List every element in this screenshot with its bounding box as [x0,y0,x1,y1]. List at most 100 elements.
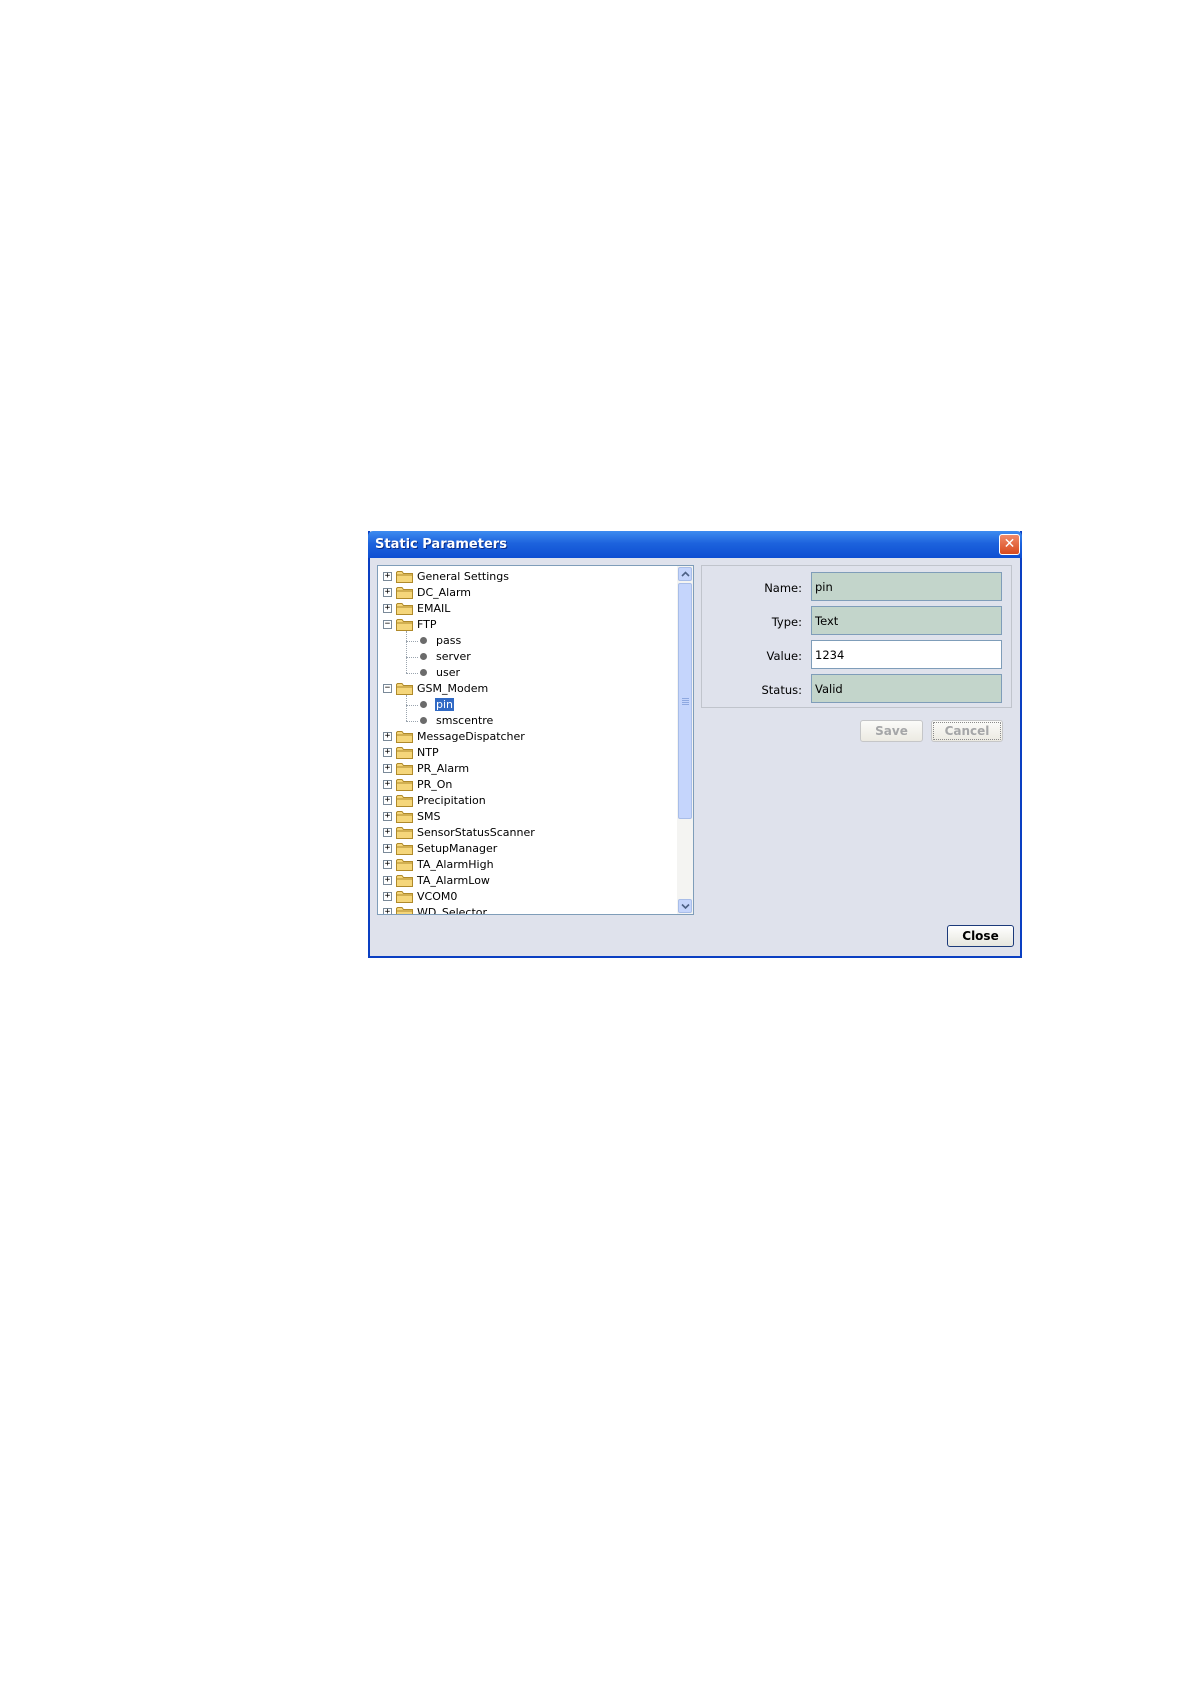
tree-folder-node[interactable]: + NTP [378,745,668,761]
tree-leaf-label-selected: pin [435,698,455,711]
tree-folder-label: VCOM0 [417,890,458,903]
folder-icon [396,570,413,583]
tree-folder-label: WD_Selector [417,906,488,914]
tree-folder-node[interactable]: − FTP [378,617,668,633]
tree-folder-node[interactable]: + TA_AlarmLow [378,873,668,889]
tree-folder-node[interactable]: + SMS [378,809,668,825]
save-button[interactable]: Save [860,720,923,742]
collapse-toggle-icon[interactable]: − [383,620,392,629]
tree-leaf-node[interactable]: smscentre [378,713,668,729]
tree-connector [406,641,418,642]
leaf-dot-icon [420,637,427,644]
tree-connector [406,695,407,721]
tree-folder-node[interactable]: + SensorStatusScanner [378,825,668,841]
folder-icon [396,778,413,791]
tree-leaf-node[interactable]: server [378,649,668,665]
tree-folder-label: PR_On [417,778,453,791]
collapse-toggle-icon[interactable]: − [383,684,392,693]
tree-connector [406,721,418,722]
properties-group: Name: pin Type: Text Value: 1234 Status:… [701,565,1012,708]
folder-icon [396,874,413,887]
folder-icon [396,906,413,914]
expand-toggle-icon[interactable]: + [383,892,392,901]
type-field: Text [811,606,1002,635]
folder-icon [396,746,413,759]
tree-folder-node[interactable]: + TA_AlarmHigh [378,857,668,873]
tree-folder-label: SMS [417,810,441,823]
expand-toggle-icon[interactable]: + [383,732,392,741]
tree-folder-node[interactable]: + DC_Alarm [378,585,668,601]
value-input[interactable]: 1234 [811,640,1002,669]
tree-connector [406,705,418,706]
tree-leaf-label: smscentre [436,714,494,727]
dialog-titlebar[interactable]: Static Parameters ✕ [368,531,1022,558]
static-parameters-dialog: Static Parameters ✕ + General Settings + DC… [368,531,1022,958]
scroll-down-arrow-icon[interactable] [678,899,692,913]
folder-icon [396,602,413,615]
tree-connector [406,631,407,673]
expand-toggle-icon[interactable]: + [383,908,392,914]
tree-leaf-node[interactable]: pass [378,633,668,649]
cancel-button-label: Cancel [933,722,1001,740]
tree-folder-label: NTP [417,746,439,759]
tree-leaf-label: user [436,666,460,679]
expand-toggle-icon[interactable]: + [383,860,392,869]
expand-toggle-icon[interactable]: + [383,876,392,885]
leaf-dot-icon [420,717,427,724]
tree-folder-label: GSM_Modem [417,682,489,695]
expand-toggle-icon[interactable]: + [383,796,392,805]
folder-icon [396,618,413,631]
status-label: Status: [761,683,802,697]
name-label: Name: [764,581,802,595]
close-icon[interactable]: ✕ [999,534,1020,555]
tree-folder-node[interactable]: + PR_Alarm [378,761,668,777]
tree-folder-node[interactable]: + MessageDispatcher [378,729,668,745]
tree-folder-label: Precipitation [417,794,486,807]
expand-toggle-icon[interactable]: + [383,572,392,581]
status-field: Valid [811,674,1002,703]
tree-folder-node[interactable]: − GSM_Modem [378,681,668,697]
scroll-up-arrow-icon[interactable] [678,567,692,581]
tree-folder-label: TA_AlarmLow [417,874,490,887]
close-button[interactable]: Close [947,925,1014,947]
scroll-thumb-grip [682,698,689,706]
tree-folder-node[interactable]: + PR_On [378,777,668,793]
expand-toggle-icon[interactable]: + [383,780,392,789]
tree-connector [406,657,418,658]
tree-connector [406,673,418,674]
expand-toggle-icon[interactable]: + [383,604,392,613]
folder-icon [396,826,413,839]
tree-folder-node[interactable]: + Precipitation [378,793,668,809]
leaf-dot-icon [420,653,427,660]
tree-folder-node[interactable]: + EMAIL [378,601,668,617]
folder-icon [396,810,413,823]
name-field: pin [811,572,1002,601]
expand-toggle-icon[interactable]: + [383,748,392,757]
tree-list: + General Settings + DC_Alarm + EMAIL − FTP pass… [378,566,677,914]
expand-toggle-icon[interactable]: + [383,844,392,853]
tree-leaf-label: server [436,650,471,663]
folder-icon [396,586,413,599]
tree-leaf-node[interactable]: pin [378,697,668,713]
folder-icon [396,858,413,871]
expand-toggle-icon[interactable]: + [383,828,392,837]
parameter-tree: + General Settings + DC_Alarm + EMAIL − FTP pass… [377,565,694,915]
tree-folder-label: MessageDispatcher [417,730,525,743]
folder-icon [396,890,413,903]
expand-toggle-icon[interactable]: + [383,588,392,597]
tree-leaf-node[interactable]: user [378,665,668,681]
tree-folder-label: PR_Alarm [417,762,470,775]
tree-scrollbar[interactable] [677,566,693,914]
tree-folder-node[interactable]: + WD_Selector [378,905,668,914]
expand-toggle-icon[interactable]: + [383,764,392,773]
tree-folder-label: TA_AlarmHigh [417,858,494,871]
folder-icon [396,762,413,775]
tree-leaf-label: pass [436,634,462,647]
tree-folder-node[interactable]: + General Settings [378,569,668,585]
tree-folder-node[interactable]: + VCOM0 [378,889,668,905]
tree-folder-node[interactable]: + SetupManager [378,841,668,857]
expand-toggle-icon[interactable]: + [383,812,392,821]
leaf-dot-icon [420,669,427,676]
cancel-button[interactable]: Cancel [931,720,1003,742]
scroll-thumb[interactable] [678,583,692,819]
